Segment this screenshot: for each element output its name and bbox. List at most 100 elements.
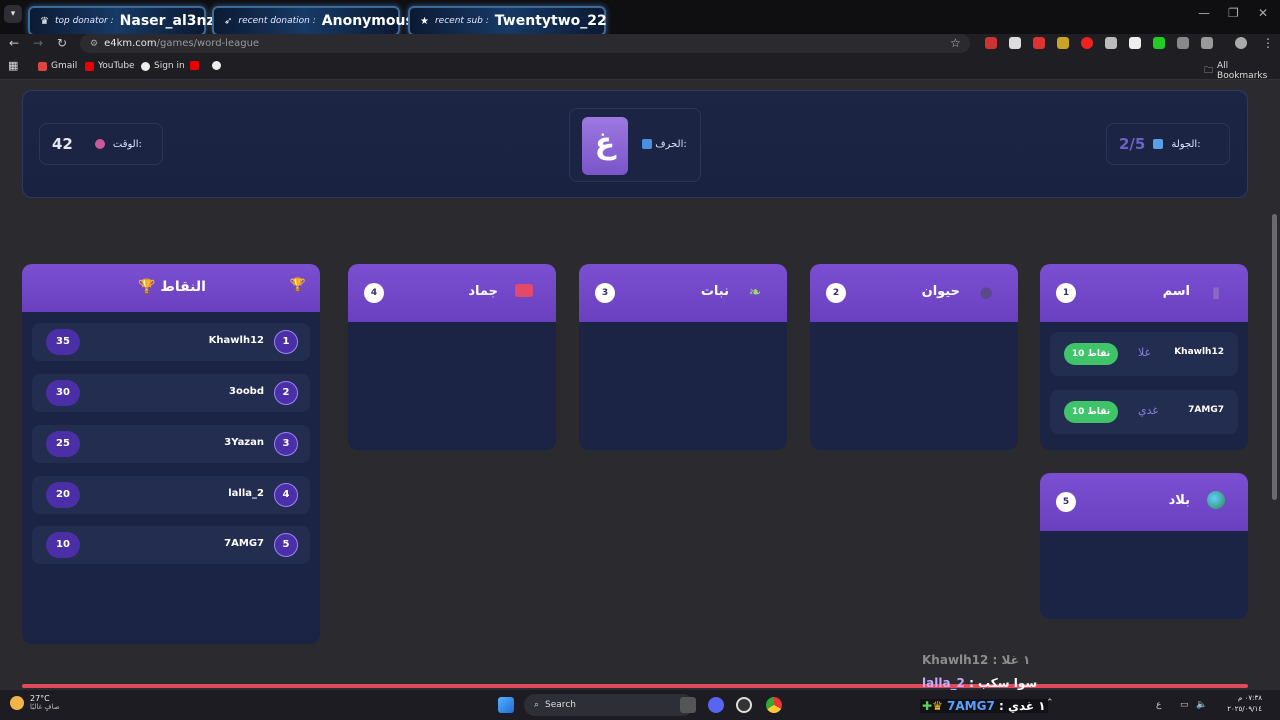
trophy-icon: 🏆 xyxy=(289,278,306,293)
toolbox-icon xyxy=(514,282,534,302)
weather-widget[interactable]: 27°C صافٍ غالبًا xyxy=(10,694,60,711)
tab-strip: ▾ ♛ top donator : Naser_al3nzy ➶ recent … xyxy=(0,0,1280,36)
crown-icon: ♛ xyxy=(40,15,49,27)
paw-icon: ● xyxy=(979,283,993,301)
extension-icon[interactable] xyxy=(1081,37,1093,49)
category-header: 4 جماد xyxy=(348,264,556,322)
windows-start-icon[interactable] xyxy=(498,697,514,713)
progress-line xyxy=(22,684,1248,688)
minimize-icon[interactable]: — xyxy=(1198,6,1210,20)
letter-label: الحرف: xyxy=(642,139,687,150)
forward-icon[interactable]: → xyxy=(33,36,43,50)
recent-sub-alert: ★ recent sub : Twentytwo_22 xyxy=(408,6,607,36)
bookmark-youtube[interactable]: YouTube xyxy=(85,61,135,71)
chrome-icon[interactable] xyxy=(766,697,782,713)
gmail-icon xyxy=(38,61,47,71)
chat-message: Khawlh12 : ١ غلا xyxy=(922,653,1031,667)
extension-icon[interactable] xyxy=(1129,37,1141,49)
round-label: الجولة: xyxy=(1171,138,1201,150)
close-icon[interactable]: ✕ xyxy=(1258,6,1268,20)
timer-value: 42 xyxy=(52,135,73,153)
search-icon: ⌕ xyxy=(534,700,540,710)
answer-row: 10 نقاط غلا Khawlh12 xyxy=(1050,332,1238,376)
crown-badge-icon: ♛ xyxy=(932,699,943,713)
extension-icon[interactable] xyxy=(1153,37,1165,49)
plus-badge-icon: ✚ xyxy=(922,699,933,713)
language-indicator[interactable]: ع xyxy=(1156,700,1161,710)
category-card-country: 5 بلاد xyxy=(1040,473,1248,619)
extension-icon[interactable] xyxy=(1177,37,1189,49)
globe-icon xyxy=(141,61,150,71)
abc-icon xyxy=(642,139,652,149)
leaderboard-row: 10 7AMG7 5 xyxy=(32,526,310,564)
star-icon: ★ xyxy=(420,15,429,27)
current-letter: غ xyxy=(582,117,628,175)
bookmark-sign-in[interactable]: Sign in xyxy=(141,61,185,71)
youtube-icon xyxy=(85,61,94,71)
extension-icon[interactable] xyxy=(1033,37,1045,49)
leaderboard-panel: 🏆 النقاط 🏆 35 Khawlh12 1 30 3oobd 2 25 3… xyxy=(22,264,320,644)
chat-message: ✚♛ 7AMG7 : ١ غدي xyxy=(920,699,1048,713)
category-card-object: 4 جماد xyxy=(348,264,556,450)
page-scrollbar[interactable] xyxy=(1272,214,1277,500)
timer-pill: 42 الوقت: xyxy=(39,123,163,165)
extension-icon[interactable] xyxy=(1105,37,1117,49)
volume-icon[interactable]: 🔈 xyxy=(1196,700,1207,710)
taskbar-search[interactable]: ⌕ Search xyxy=(524,694,694,716)
leaf-icon: ❧ xyxy=(748,283,762,301)
chat-message: lalla_2 : سوا سكب xyxy=(922,676,1038,690)
extensions-puzzle-icon[interactable] xyxy=(1201,37,1213,49)
top-donator-alert: ♛ top donator : Naser_al3nzy xyxy=(28,6,224,36)
all-bookmarks-button[interactable]: 🗀 All Bookmarks xyxy=(1204,61,1280,81)
url-field[interactable]: ⚙ e4km.com/games/word-league xyxy=(80,34,970,53)
taskbar-clock[interactable]: ٠٧:٣٨ م ٢٠٢٥/٠٩/١٤ xyxy=(1227,693,1262,715)
taskbar: 27°C صافٍ غالبًا ⌕ Search ⌃ ع ▭ 🔈 ٠٧:٣٨ … xyxy=(0,690,1280,720)
timer-label: الوقت: xyxy=(112,138,142,150)
rocket-icon: ➶ xyxy=(224,15,233,27)
bookmark-star-icon[interactable]: ☆ xyxy=(950,36,961,50)
letter-panel: غ الحرف: xyxy=(569,108,701,182)
sun-icon xyxy=(10,695,24,710)
apps-grid-icon[interactable]: ▦ xyxy=(8,59,18,72)
person-icon: ▮ xyxy=(1211,283,1221,301)
leaderboard-row: 35 Khawlh12 1 xyxy=(32,323,310,361)
game-page: 42 الوقت: غ الحرف: 2/5 الجولة: 🏆 النقاط … xyxy=(0,80,1280,690)
leaderboard-row: 30 3oobd 2 xyxy=(32,374,310,412)
category-card-plant: 3 نبات ❧ xyxy=(579,264,787,450)
answer-row: 10 نقاط غدي 7AMG7 xyxy=(1050,390,1238,434)
back-icon[interactable]: ← xyxy=(9,36,19,50)
bookmark-gmail[interactable]: Gmail xyxy=(38,61,77,71)
globe-icon xyxy=(212,61,221,70)
leaderboard-header: 🏆 النقاط 🏆 xyxy=(22,264,320,312)
tab-search-button[interactable]: ▾ xyxy=(4,5,22,23)
network-icon[interactable]: ▭ xyxy=(1180,700,1189,710)
folder-icon: 🗀 xyxy=(1204,66,1214,76)
maximize-icon[interactable]: ❐ xyxy=(1228,6,1239,20)
category-card-animal: 2 حيوان ● xyxy=(810,264,1018,450)
browser-menu-icon[interactable]: ⋮ xyxy=(1262,36,1274,50)
category-header: 5 بلاد xyxy=(1040,473,1248,531)
reload-icon[interactable]: ↻ xyxy=(57,36,67,50)
bookmark-youtube-icon-only[interactable] xyxy=(190,61,199,70)
discord-icon[interactable] xyxy=(708,697,724,713)
extension-icon[interactable] xyxy=(985,37,997,49)
round-pill: 2/5 الجولة: xyxy=(1106,123,1230,165)
leaderboard-row: 25 3Yazan 3 xyxy=(32,425,310,463)
repeat-icon xyxy=(1153,139,1164,149)
category-card-name: 1 اسم ▮ 10 نقاط غلا Khawlh12 10 نقاط غدي… xyxy=(1040,264,1248,450)
obs-icon[interactable] xyxy=(736,697,752,713)
profile-avatar[interactable] xyxy=(1235,37,1247,49)
extension-icon[interactable] xyxy=(1009,37,1021,49)
task-view-icon[interactable] xyxy=(680,697,696,713)
alarm-clock-icon xyxy=(94,139,105,149)
youtube-icon xyxy=(190,61,199,70)
extension-icon[interactable] xyxy=(1057,37,1069,49)
round-value: 2/5 xyxy=(1119,135,1146,153)
category-header: 2 حيوان ● xyxy=(810,264,1018,322)
recent-donation-alert: ➶ recent donation : Anonymous xyxy=(212,6,414,36)
round-info-card: 42 الوقت: غ الحرف: 2/5 الجولة: xyxy=(22,90,1248,198)
leaderboard-title: 🏆 النقاط xyxy=(138,279,206,295)
bookmarks-bar: ▦ Gmail YouTube Sign in 🗀 All Bookmarks xyxy=(0,54,1280,81)
site-info-icon[interactable]: ⚙ xyxy=(90,39,98,49)
bookmark-web[interactable] xyxy=(212,61,221,70)
